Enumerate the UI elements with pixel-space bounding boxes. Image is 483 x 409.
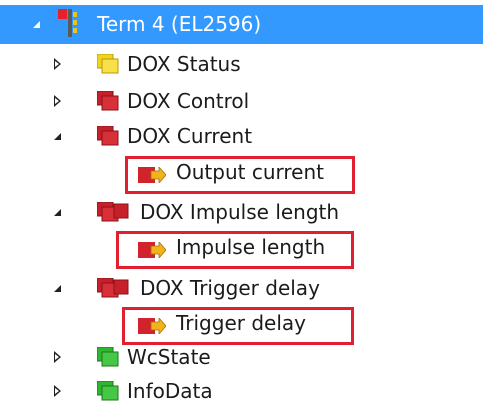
input-variables-folder-icon (96, 53, 119, 79)
tree-node-dox-current[interactable]: DOX Current (0, 118, 483, 154)
tree-node-label: Term 4 (EL2596) (97, 12, 262, 36)
tree-node-label: DOX Current (127, 124, 253, 148)
tree-node-dox-trigger-delay[interactable]: DOX Trigger delay (0, 270, 483, 306)
collapse-toggle-icon[interactable] (54, 285, 61, 292)
tree-node-label: DOX Control (127, 89, 250, 113)
expand-toggle-icon[interactable] (54, 58, 61, 70)
output-variables-folder-icon (96, 201, 131, 227)
tree-node-label: InfoData (127, 379, 213, 403)
expand-toggle-icon[interactable] (54, 351, 61, 363)
expand-toggle-icon[interactable] (54, 95, 61, 107)
highlight-box (116, 231, 354, 269)
tree-node-label: DOX Trigger delay (140, 276, 320, 300)
tree-node-label: DOX Status (127, 52, 241, 76)
highlight-box (125, 156, 355, 194)
status-variables-folder-icon (96, 380, 119, 406)
output-variables-folder-icon (96, 277, 131, 303)
expand-toggle-icon[interactable] (54, 385, 61, 397)
terminal-icon (58, 9, 78, 42)
tree-node-wcstate[interactable]: WcState (0, 339, 483, 375)
tree-node-dox-status[interactable]: DOX Status (0, 46, 483, 82)
tree-node-dox-control[interactable]: DOX Control (0, 83, 483, 119)
output-variables-folder-icon (96, 90, 119, 116)
status-variables-folder-icon (96, 346, 119, 372)
tree-node-dox-impulse-length[interactable]: DOX Impulse length (0, 194, 483, 230)
collapse-toggle-icon[interactable] (54, 209, 61, 216)
tree-node-label: DOX Impulse length (140, 200, 340, 224)
output-variables-folder-icon (96, 125, 119, 151)
tree-node-term4[interactable]: Term 4 (EL2596) (0, 5, 483, 44)
collapse-toggle-icon[interactable] (54, 133, 61, 140)
collapse-toggle-icon[interactable] (33, 21, 40, 28)
tree-node-label: WcState (127, 345, 211, 369)
tree-node-infodata[interactable]: InfoData (0, 373, 483, 409)
